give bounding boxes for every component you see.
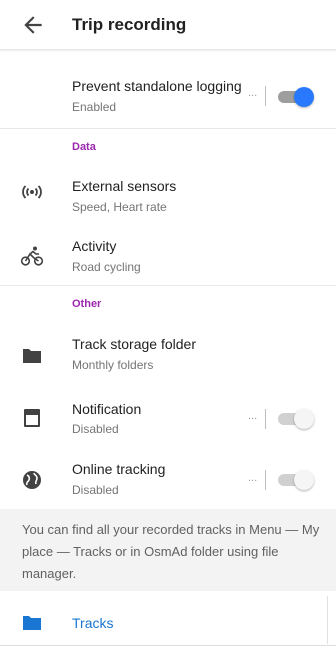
app-bar: Trip recording (0, 0, 336, 50)
toggle-knob (294, 87, 314, 107)
row-subtitle: Disabled (72, 422, 119, 436)
row-title: Track storage folder (72, 336, 196, 352)
row-subtitle: Disabled (72, 483, 119, 497)
prevent-standalone-logging-row[interactable]: Prevent standalone logging Enabled ... (0, 50, 336, 128)
section-header-other: Other (72, 298, 102, 310)
overflow-dots[interactable]: ... (248, 472, 257, 484)
divider (0, 645, 336, 646)
section-header-data: Data (72, 141, 96, 153)
row-title: Notification (72, 401, 142, 417)
row-title: Activity (72, 238, 117, 254)
row-title: Online tracking (72, 461, 166, 477)
row-subtitle: Monthly folders (72, 358, 154, 372)
row-title: External sensors (72, 178, 177, 194)
external-sensors-row[interactable]: External sensors Speed, Heart rate (0, 160, 336, 220)
toggle-knob (294, 409, 314, 429)
track-storage-folder-row[interactable]: Track storage folder Monthly folders (0, 318, 336, 382)
activity-row[interactable]: Activity Road cycling (0, 220, 336, 282)
tracks-label: Tracks (72, 615, 114, 631)
tracks-row[interactable]: Tracks (0, 594, 336, 650)
sensors-icon (22, 185, 42, 199)
row-subtitle: Speed, Heart rate (72, 200, 167, 214)
vertical-separator (265, 86, 266, 106)
vertical-separator (265, 409, 266, 429)
page-title: Trip recording (72, 15, 187, 34)
cyclist-icon (20, 246, 44, 266)
row-title: Prevent standalone logging (72, 78, 242, 94)
notification-toggle[interactable] (278, 408, 314, 430)
folder-icon (23, 616, 41, 630)
online-tracking-row[interactable]: Online tracking Disabled ... (0, 446, 336, 506)
back-arrow-icon[interactable] (20, 12, 46, 38)
divider (0, 285, 336, 286)
row-subtitle: Enabled (72, 100, 117, 114)
vertical-separator (265, 470, 266, 490)
row-subtitle: Road cycling (72, 260, 141, 274)
edge-line (327, 596, 328, 644)
notification-row[interactable]: Notification Disabled ... (0, 382, 336, 446)
folder-icon (23, 349, 41, 363)
online-tracking-toggle[interactable] (278, 469, 314, 491)
overflow-dots[interactable]: ... (248, 410, 257, 422)
info-text: You can find all your recorded tracks in… (22, 522, 320, 581)
divider (0, 128, 336, 129)
globe-icon (23, 471, 41, 489)
standalone-logging-toggle[interactable] (278, 86, 314, 108)
info-block: You can find all your recorded tracks in… (0, 509, 336, 591)
notification-icon (24, 409, 40, 427)
toggle-knob (294, 470, 314, 490)
overflow-dots[interactable]: ... (248, 87, 257, 99)
